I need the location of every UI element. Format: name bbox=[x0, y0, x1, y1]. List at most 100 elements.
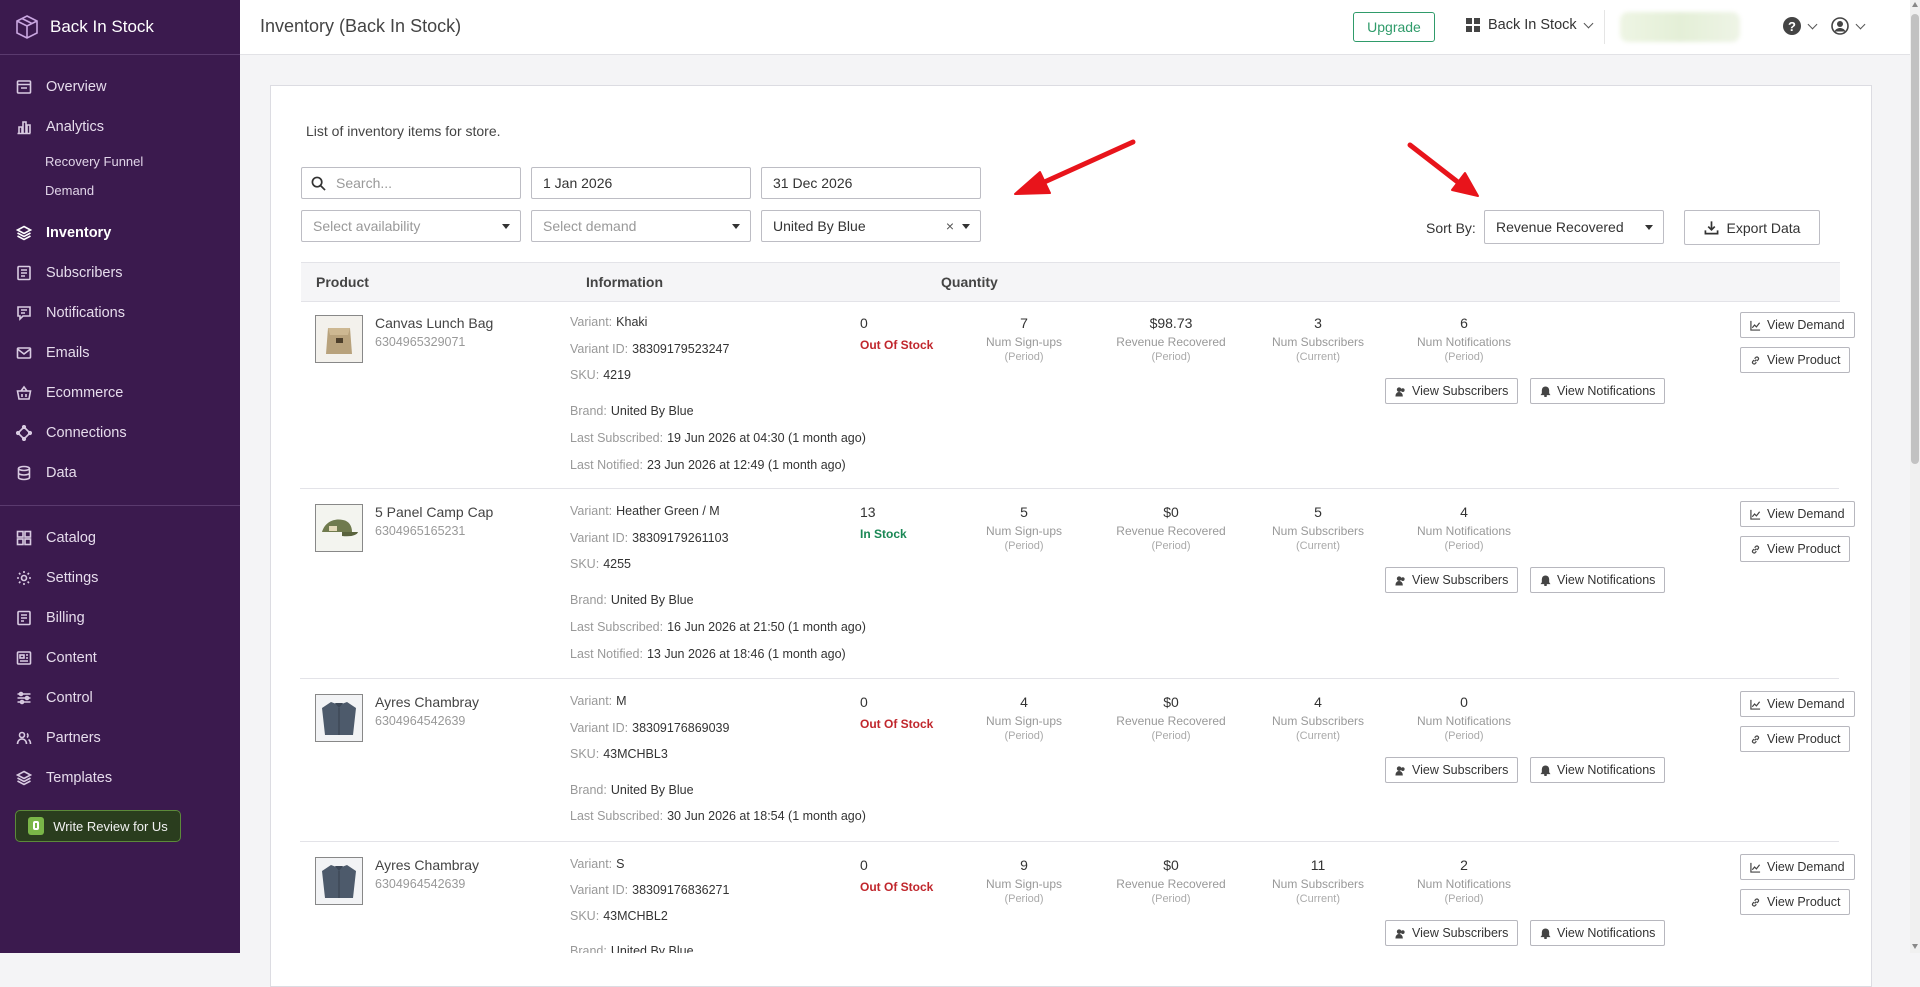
sidebar-item-notifications[interactable]: Notifications bbox=[0, 293, 240, 333]
view-demand-button[interactable]: View Demand bbox=[1740, 501, 1855, 527]
signups-metric: 5 Num Sign-ups (Period) bbox=[985, 504, 1063, 552]
overview-icon bbox=[16, 80, 32, 94]
upgrade-button[interactable]: Upgrade bbox=[1353, 12, 1435, 42]
help-menu[interactable]: ? bbox=[1783, 17, 1818, 35]
sidebar-item-connections[interactable]: Connections bbox=[0, 413, 240, 453]
variant-id-line: Variant ID: 38309179523247 bbox=[570, 342, 730, 356]
page-scrollbar[interactable] bbox=[1910, 0, 1920, 953]
product-thumbnail[interactable] bbox=[315, 857, 363, 905]
view-subscribers-button[interactable]: View Subscribers bbox=[1385, 757, 1519, 783]
view-notifications-button[interactable]: View Notifications bbox=[1530, 567, 1666, 593]
view-product-button[interactable]: View Product bbox=[1740, 726, 1851, 752]
chambray-shirt-image bbox=[316, 858, 362, 904]
product-id: 6304965165231 bbox=[375, 524, 466, 538]
stock-status-badge: Out Of Stock bbox=[860, 338, 934, 352]
product-thumbnail[interactable] bbox=[315, 504, 363, 552]
content-icon bbox=[16, 651, 32, 665]
last-subscribed-line: Last Subscribed: 16 Jun 2026 at 21:50 (1 … bbox=[570, 620, 866, 634]
sidebar-item-templates[interactable]: Templates bbox=[0, 758, 240, 798]
camp-cap-image bbox=[316, 505, 362, 551]
sidebar-item-ecommerce[interactable]: Ecommerce bbox=[0, 373, 240, 413]
product-name[interactable]: Ayres Chambray bbox=[375, 694, 479, 710]
sidebar-item-emails[interactable]: Emails bbox=[0, 333, 240, 373]
store-switcher[interactable]: Back In Stock bbox=[1466, 17, 1594, 33]
view-demand-button[interactable]: View Demand bbox=[1740, 312, 1855, 338]
header-divider bbox=[1604, 10, 1605, 44]
user-menu[interactable] bbox=[1831, 17, 1866, 35]
table-row: Ayres Chambray 6304964542639 Variant: S V… bbox=[300, 842, 1855, 953]
users-icon bbox=[1395, 386, 1405, 397]
sku-line: SKU: 43MCHBL3 bbox=[570, 747, 668, 761]
product-name[interactable]: Ayres Chambray bbox=[375, 857, 479, 873]
view-subscribers-button[interactable]: View Subscribers bbox=[1385, 378, 1519, 404]
sidebar-item-inventory[interactable]: Inventory bbox=[0, 213, 240, 253]
view-notifications-button[interactable]: View Notifications bbox=[1530, 378, 1666, 404]
scroll-up-arrow-icon[interactable] bbox=[1912, 2, 1918, 7]
product-name[interactable]: 5 Panel Camp Cap bbox=[375, 504, 493, 520]
link-icon bbox=[1751, 355, 1760, 365]
product-thumbnail[interactable] bbox=[315, 694, 363, 742]
sidebar-item-analytics[interactable]: Analytics bbox=[0, 107, 240, 147]
sidebar-item-partners[interactable]: Partners bbox=[0, 718, 240, 758]
view-product-button[interactable]: View Product bbox=[1740, 347, 1851, 373]
view-demand-button[interactable]: View Demand bbox=[1740, 691, 1855, 717]
view-notifications-button[interactable]: View Notifications bbox=[1530, 920, 1666, 946]
view-notifications-button[interactable]: View Notifications bbox=[1530, 757, 1666, 783]
view-subscribers-button[interactable]: View Subscribers bbox=[1385, 920, 1519, 946]
scroll-down-arrow-icon[interactable] bbox=[1912, 944, 1918, 949]
write-review-label: Write Review for Us bbox=[53, 818, 168, 834]
sidebar-item-subscribers[interactable]: Subscribers bbox=[0, 253, 240, 293]
write-review-button[interactable]: Write Review for Us bbox=[15, 810, 181, 842]
variant-id-line: Variant ID: 38309179261103 bbox=[570, 531, 729, 545]
link-icon bbox=[1751, 734, 1760, 744]
variant-line: Variant: Heather Green / M bbox=[570, 504, 720, 518]
store-name: Back In Stock bbox=[1488, 17, 1577, 33]
sidebar-item-content[interactable]: Content bbox=[0, 638, 240, 678]
brand[interactable]: Back In Stock bbox=[0, 0, 240, 55]
partners-icon bbox=[16, 731, 32, 745]
sidebar-item-overview[interactable]: Overview bbox=[0, 67, 240, 107]
sidebar-item-data[interactable]: Data bbox=[0, 453, 240, 493]
chevron-down-icon bbox=[1583, 18, 1594, 28]
gear-icon bbox=[17, 571, 31, 585]
sidebar-item-billing[interactable]: Billing bbox=[0, 598, 240, 638]
view-demand-button[interactable]: View Demand bbox=[1740, 854, 1855, 880]
product-name[interactable]: Canvas Lunch Bag bbox=[375, 315, 493, 331]
sidebar-item-label: Analytics bbox=[46, 119, 105, 135]
variant-id-line: Variant ID: 38309176836271 bbox=[570, 883, 730, 897]
sidebar-item-label: Control bbox=[46, 690, 93, 706]
sidebar-item-label: Settings bbox=[46, 570, 99, 586]
bell-icon bbox=[1540, 574, 1551, 586]
signups-metric: 9 Num Sign-ups (Period) bbox=[985, 857, 1063, 905]
page-title: Inventory (Back In Stock) bbox=[260, 16, 462, 36]
chambray-shirt-image bbox=[316, 695, 362, 741]
sidebar-subitem-recovery-funnel[interactable]: Recovery Funnel bbox=[0, 147, 240, 176]
variant-line: Variant: S bbox=[570, 857, 625, 871]
table-row: Ayres Chambray 6304964542639 Variant: M V… bbox=[300, 679, 1855, 842]
product-id: 6304964542639 bbox=[375, 714, 466, 728]
sidebar-item-control[interactable]: Control bbox=[0, 678, 240, 718]
sidebar-item-settings[interactable]: Settings bbox=[0, 558, 240, 598]
table-row: Canvas Lunch Bag 6304965329071 Variant: K… bbox=[300, 300, 1855, 489]
sidebar-subitem-demand[interactable]: Demand bbox=[0, 176, 240, 205]
sidebar-item-label: Notifications bbox=[46, 305, 125, 321]
subscribers-icon bbox=[17, 265, 31, 281]
variant-line: Variant: M bbox=[570, 694, 627, 708]
chart-line-icon bbox=[1750, 320, 1761, 331]
revenue-metric: $0 Revenue Recovered (Period) bbox=[1116, 857, 1226, 905]
sidebar-item-label: Billing bbox=[46, 610, 85, 626]
sliders-icon bbox=[17, 691, 31, 705]
view-product-button[interactable]: View Product bbox=[1740, 889, 1851, 915]
box-logo-icon bbox=[16, 15, 38, 39]
view-subscribers-button[interactable]: View Subscribers bbox=[1385, 567, 1519, 593]
sku-line: SKU: 4255 bbox=[570, 557, 631, 571]
view-product-button[interactable]: View Product bbox=[1740, 536, 1851, 562]
product-thumbnail[interactable] bbox=[315, 315, 363, 363]
notifications-icon bbox=[17, 306, 31, 321]
chart-line-icon bbox=[1750, 862, 1761, 873]
users-icon bbox=[1395, 575, 1405, 586]
sidebar-item-catalog[interactable]: Catalog bbox=[0, 518, 240, 558]
help-icon: ? bbox=[1783, 17, 1801, 35]
brand-name: Back In Stock bbox=[50, 17, 154, 36]
scroll-thumb[interactable] bbox=[1911, 14, 1919, 464]
